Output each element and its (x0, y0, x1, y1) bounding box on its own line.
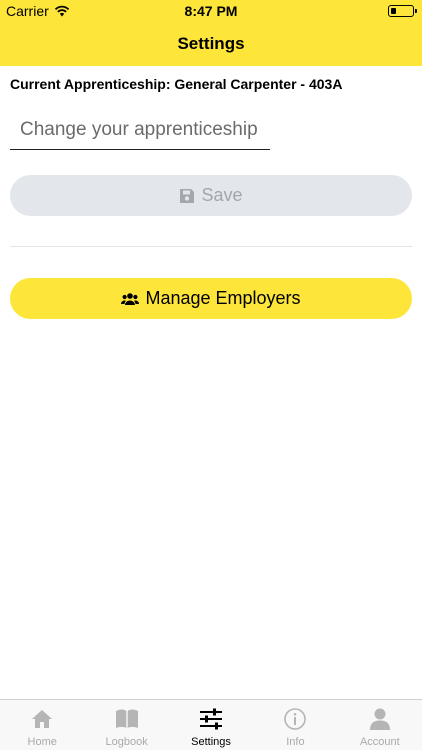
page-title: Settings (177, 34, 245, 53)
floppy-disk-icon (180, 188, 195, 203)
current-apprenticeship-label: Current Apprenticeship: General Carpente… (10, 76, 343, 92)
book-icon (115, 707, 139, 731)
user-icon (368, 707, 392, 731)
tab-label: Logbook (105, 736, 148, 748)
tab-account[interactable]: Account (338, 700, 422, 750)
manage-employers-label: Manage Employers (145, 288, 301, 308)
info-icon (283, 707, 307, 731)
home-icon (30, 707, 54, 731)
users-icon (121, 292, 140, 305)
navigation-bar: Settings (0, 22, 422, 66)
tab-settings[interactable]: Settings (169, 700, 253, 750)
save-button-label: Save (201, 185, 243, 205)
divider (10, 246, 412, 247)
tab-label: Account (359, 736, 400, 748)
apprenticeship-input[interactable] (10, 110, 270, 149)
status-bar: Carrier 8:47 PM (0, 0, 422, 22)
tab-logbook[interactable]: Logbook (84, 700, 168, 750)
battery-icon (388, 5, 417, 17)
tab-home[interactable]: Home (0, 700, 84, 750)
tab-label: Home (27, 736, 57, 748)
status-time: 8:47 PM (184, 3, 238, 19)
sliders-icon (199, 707, 223, 731)
tab-info[interactable]: Info (253, 700, 337, 750)
save-button[interactable]: Save (10, 175, 412, 216)
tab-label: Info (286, 736, 305, 748)
manage-employers-button[interactable]: Manage Employers (10, 278, 412, 319)
apprenticeship-field[interactable] (10, 110, 270, 150)
tab-label: Settings (191, 736, 231, 748)
tab-bar: Home Logbook Settings Info Account (0, 699, 422, 750)
